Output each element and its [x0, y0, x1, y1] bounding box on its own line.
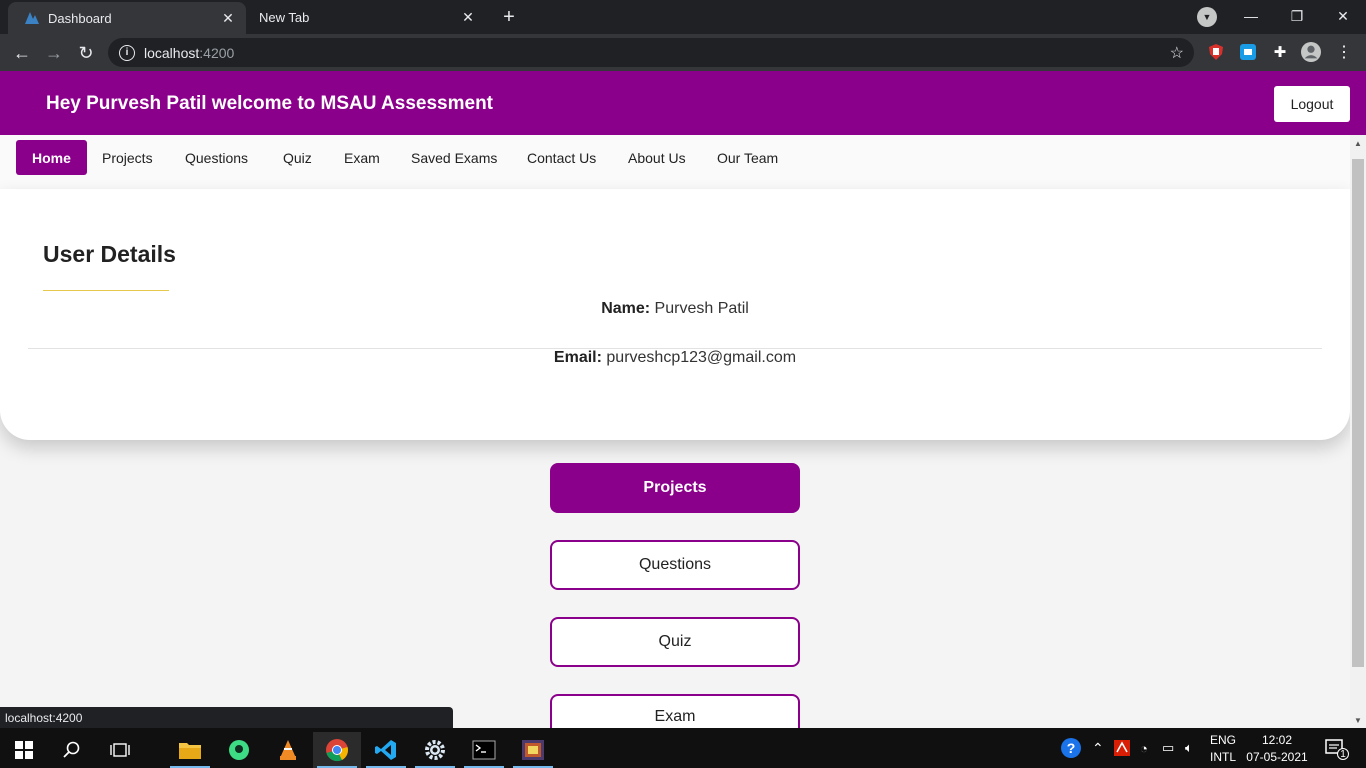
- close-tab-icon[interactable]: ✕: [218, 8, 238, 28]
- nav-item-home[interactable]: Home: [16, 140, 87, 175]
- nav-item-saved-exams[interactable]: Saved Exams: [395, 140, 513, 175]
- nav-item-exam[interactable]: Exam: [328, 140, 396, 175]
- close-window-icon[interactable]: ✕: [1320, 0, 1366, 32]
- wifi-icon[interactable]: ◔: [1140, 728, 1148, 768]
- notification-count: 1: [1337, 748, 1349, 760]
- name-label: Name:: [601, 300, 651, 317]
- email-value: purveshcp123@gmail.com: [606, 349, 797, 366]
- extensions-puzzle-icon[interactable]: ✚: [1270, 42, 1290, 62]
- nav-item-projects[interactable]: Projects: [86, 140, 169, 175]
- address-bar[interactable]: i localhost:4200 ☆: [108, 38, 1194, 67]
- reload-icon[interactable]: ↻: [72, 39, 100, 67]
- chrome-icon[interactable]: [313, 732, 361, 768]
- search-icon[interactable]: [48, 732, 96, 768]
- task-view-icon[interactable]: [96, 732, 144, 768]
- language-indicator[interactable]: ENG INTL: [1210, 732, 1236, 766]
- system-clock[interactable]: 12:02 07-05-2021: [1245, 732, 1309, 766]
- volume-icon[interactable]: 🔈︎: [1185, 728, 1193, 768]
- browser-tab-strip: Dashboard ✕ New Tab ✕ + ▼ — ❐ ✕: [0, 0, 1366, 34]
- tab-search-icon[interactable]: ▼: [1197, 7, 1217, 27]
- scroll-thumb[interactable]: [1352, 159, 1364, 667]
- bookmark-star-icon[interactable]: ☆: [1170, 43, 1184, 63]
- nav-item-contact-us[interactable]: Contact Us: [511, 140, 612, 175]
- email-label: Email:: [553, 349, 602, 366]
- nav-item-quiz[interactable]: Quiz: [267, 140, 328, 175]
- acrobat-tray-icon[interactable]: [1114, 728, 1130, 768]
- settings-gear-icon[interactable]: [411, 732, 459, 768]
- scroll-up-arrow-icon[interactable]: ▲: [1350, 135, 1366, 151]
- name-row: Name: Purvesh Patil: [28, 300, 1322, 318]
- quiz-button[interactable]: Quiz: [550, 617, 800, 667]
- vlc-icon[interactable]: [264, 732, 312, 768]
- app-header: Hey Purvesh Patil welcome to MSAU Assess…: [0, 71, 1366, 135]
- name-value: Purvesh Patil: [654, 300, 749, 317]
- tab-title: Dashboard: [48, 10, 112, 26]
- terminal-icon[interactable]: [460, 732, 508, 768]
- link-status-bar: localhost:4200: [0, 707, 453, 728]
- app-game-icon[interactable]: [509, 732, 557, 768]
- windows-taskbar: ? ⌃ ◔ ▭ 🔈︎ ENG INTL 12:02 07-05-2021 1: [0, 728, 1366, 768]
- android-studio-icon[interactable]: [215, 732, 263, 768]
- restore-icon[interactable]: ❐: [1274, 0, 1320, 32]
- title-underline: [43, 290, 169, 291]
- welcome-title: Hey Purvesh Patil welcome to MSAU Assess…: [46, 93, 494, 114]
- back-arrow-icon[interactable]: ←: [8, 39, 36, 67]
- new-tab-plus-icon[interactable]: +: [496, 5, 522, 29]
- windows-start-icon[interactable]: [0, 732, 48, 768]
- user-details-card: User Details Name: Purvesh Patil Email: …: [0, 189, 1350, 440]
- help-icon[interactable]: ?: [1060, 728, 1084, 768]
- email-row: Email: purveshcp123@gmail.com: [28, 349, 1322, 367]
- scroll-down-arrow-icon[interactable]: ▼: [1350, 712, 1366, 728]
- logout-button[interactable]: Logout: [1274, 86, 1350, 122]
- profile-avatar-icon[interactable]: [1301, 42, 1321, 62]
- main-navbar: Home Projects Questions Quiz Exam Saved …: [0, 135, 1350, 189]
- shield-extension-icon[interactable]: [1206, 42, 1226, 62]
- notification-center-icon[interactable]: 1: [1325, 728, 1349, 768]
- questions-button[interactable]: Questions: [550, 540, 800, 590]
- address-url: localhost:4200: [144, 44, 235, 61]
- browser-menu-icon[interactable]: ⋮: [1334, 42, 1354, 62]
- minimize-icon[interactable]: —: [1228, 0, 1274, 32]
- app-favicon-icon: [24, 10, 40, 26]
- nav-item-our-team[interactable]: Our Team: [701, 140, 794, 175]
- tab-title: New Tab: [259, 9, 310, 25]
- forward-arrow-icon[interactable]: →: [40, 39, 68, 67]
- svg-text:?: ?: [1067, 740, 1076, 756]
- site-info-icon[interactable]: i: [119, 44, 135, 61]
- browser-toolbar: ← → ↻ i localhost:4200 ☆ ✚ ⋮: [0, 34, 1366, 71]
- page-scrollbar[interactable]: ▲ ▼: [1350, 135, 1366, 728]
- battery-icon[interactable]: ▭: [1162, 728, 1174, 768]
- vscode-icon[interactable]: [362, 732, 410, 768]
- user-details-title: User Details: [43, 241, 176, 267]
- nav-item-about-us[interactable]: About Us: [612, 140, 702, 175]
- translate-extension-icon[interactable]: [1238, 42, 1258, 62]
- tab-dashboard[interactable]: Dashboard ✕: [8, 2, 246, 34]
- exam-button[interactable]: Exam: [550, 694, 800, 728]
- projects-button[interactable]: Projects: [550, 463, 800, 513]
- file-explorer-icon[interactable]: [166, 732, 214, 768]
- nav-item-questions[interactable]: Questions: [169, 140, 264, 175]
- tab-new-tab[interactable]: New Tab ✕: [248, 0, 486, 34]
- close-tab-icon[interactable]: ✕: [458, 7, 478, 27]
- show-hidden-icons-chevron-icon[interactable]: ⌃: [1092, 728, 1104, 768]
